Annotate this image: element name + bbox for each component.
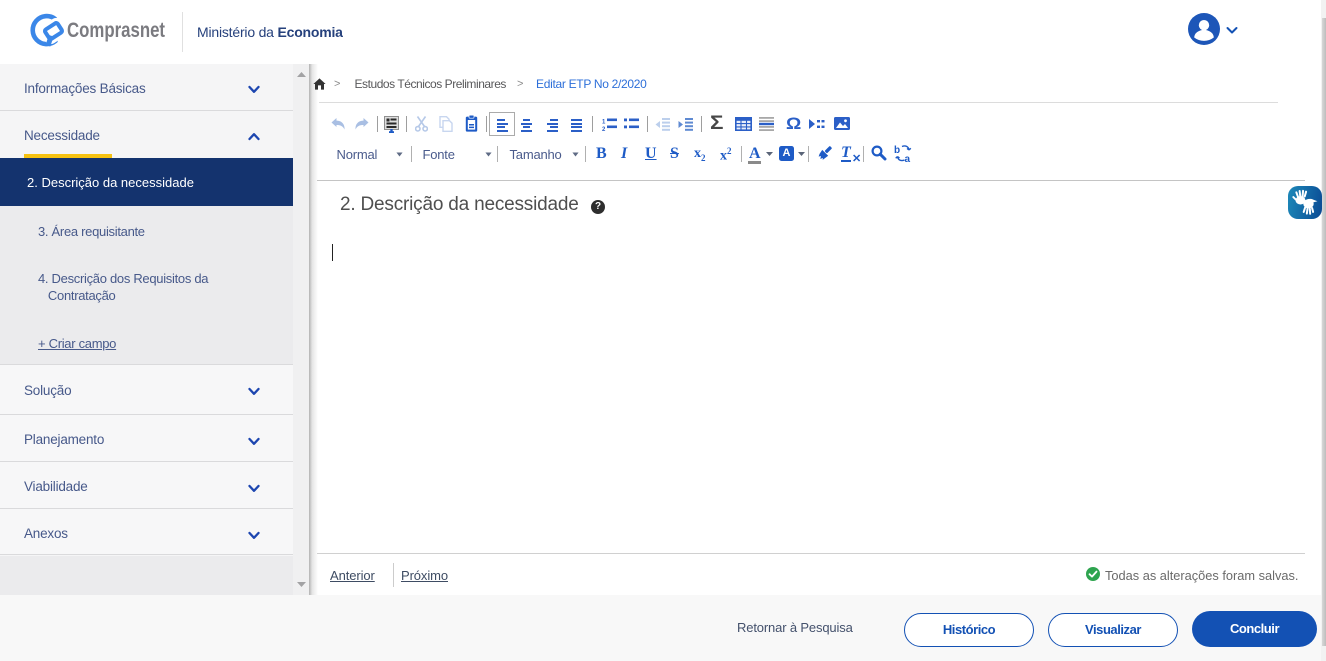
svg-text:b: b — [894, 145, 900, 156]
svg-text:2: 2 — [602, 127, 606, 131]
svg-text:1: 1 — [602, 120, 606, 126]
svg-text:a: a — [905, 154, 911, 163]
